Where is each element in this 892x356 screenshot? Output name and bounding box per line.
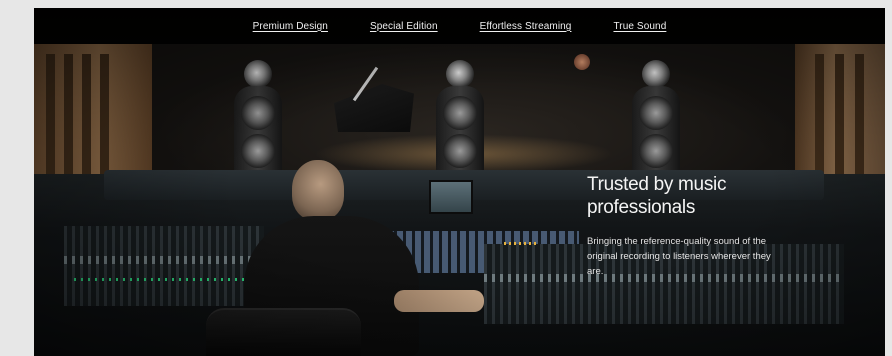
studio-chair — [206, 308, 361, 356]
speaker-right — [632, 60, 680, 176]
engineer-arm — [394, 290, 484, 312]
speaker-left — [234, 60, 282, 176]
nav-link-premium-design[interactable]: Premium Design — [253, 21, 328, 32]
console-display — [429, 180, 473, 214]
console-amber-leds — [504, 242, 539, 245]
console-leds-left — [74, 278, 264, 281]
hero-banner: Premium Design Special Edition Effortles… — [34, 8, 885, 356]
nav-link-true-sound[interactable]: True Sound — [613, 21, 666, 32]
top-navigation: Premium Design Special Edition Effortles… — [34, 8, 885, 44]
hero-description: Bringing the reference-quality sound of … — [587, 236, 771, 277]
engineer-head — [292, 160, 344, 220]
speaker-center — [436, 60, 484, 176]
fader-bank-left — [64, 226, 264, 306]
nav-link-special-edition[interactable]: Special Edition — [370, 21, 438, 32]
hero-headline: Trusted by music professionals — [587, 174, 727, 218]
studio-lamp — [574, 54, 590, 70]
nav-link-effortless-streaming[interactable]: Effortless Streaming — [480, 21, 572, 32]
